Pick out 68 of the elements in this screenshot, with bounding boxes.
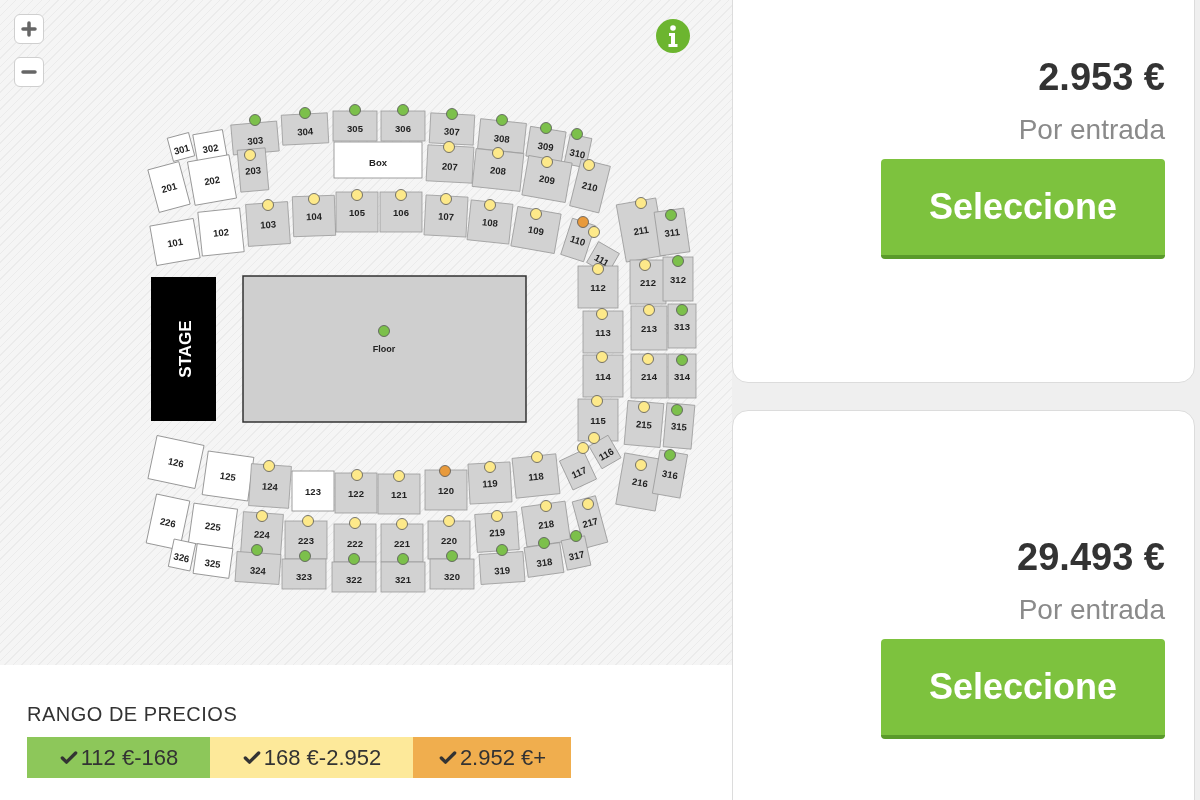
plus-icon xyxy=(21,21,37,37)
seat-section[interactable]: 207 xyxy=(425,144,475,184)
seat-section[interactable]: Box xyxy=(333,141,423,179)
seat-section[interactable]: 126 xyxy=(147,435,205,489)
seat-section[interactable]: 312 xyxy=(662,256,694,302)
seat-section[interactable]: 208 xyxy=(471,148,525,192)
seat-section[interactable]: 209 xyxy=(521,155,573,203)
seat-section[interactable]: 317 xyxy=(560,535,592,571)
seat-section[interactable]: 326 xyxy=(167,538,197,572)
seat-section[interactable]: 112 xyxy=(577,265,619,309)
floor-section[interactable]: Floor xyxy=(242,275,527,423)
seat-section[interactable]: 225 xyxy=(188,502,238,550)
seat-section[interactable]: 314 xyxy=(667,353,697,399)
seat-section[interactable]: 107 xyxy=(423,194,469,238)
seat-section[interactable]: 215 xyxy=(623,400,665,448)
price-range-chip[interactable]: 112 €-168 xyxy=(27,737,210,778)
zoom-out-button[interactable] xyxy=(14,57,44,87)
price-unit: Por entrada xyxy=(1018,113,1165,147)
seat-section[interactable]: 102 xyxy=(197,207,245,257)
seat-section[interactable]: 320 xyxy=(429,558,475,590)
seat-section[interactable]: 121 xyxy=(377,473,421,515)
seat-section[interactable]: 324 xyxy=(234,551,282,585)
seat-section[interactable]: 311 xyxy=(653,207,691,257)
seat-section[interactable]: 203 xyxy=(236,147,270,193)
seat-section[interactable]: 319 xyxy=(478,551,526,585)
seat-section[interactable]: 118 xyxy=(511,453,561,499)
seat-section[interactable]: 125 xyxy=(201,450,255,502)
seat-section[interactable]: 306 xyxy=(380,110,426,142)
seat-section[interactable]: 315 xyxy=(662,402,696,450)
minus-icon xyxy=(21,69,37,75)
seat-section[interactable]: 316 xyxy=(652,449,688,499)
seat-section[interactable]: 117 xyxy=(559,449,597,491)
seat-section[interactable]: 104 xyxy=(291,194,337,238)
price-range-chip[interactable]: 168 €-2.952 xyxy=(210,737,413,778)
seat-section[interactable]: 223 xyxy=(284,520,328,560)
seat-section[interactable]: 109 xyxy=(510,206,562,254)
price-unit: Por entrada xyxy=(1018,593,1165,627)
offer-price: 29.493 € xyxy=(1017,535,1165,579)
price-range-chip[interactable]: 2.952 €+ xyxy=(413,737,571,778)
seat-section[interactable]: 321 xyxy=(380,561,426,593)
seat-section[interactable]: 322 xyxy=(331,561,377,593)
seat-section[interactable]: 214 xyxy=(630,353,668,399)
seat-section[interactable]: 221 xyxy=(380,523,424,563)
seat-section[interactable]: 106 xyxy=(379,191,423,233)
offer-price: 2.953 € xyxy=(1038,55,1165,99)
seat-section[interactable]: 304 xyxy=(280,112,330,146)
seat-section[interactable]: 122 xyxy=(334,472,378,514)
seat-section[interactable]: 108 xyxy=(466,199,514,245)
seat-section[interactable]: 323 xyxy=(281,558,327,590)
seat-section[interactable]: 103 xyxy=(245,201,291,247)
seat-section[interactable]: 301 xyxy=(166,132,196,162)
seat-section[interactable]: 313 xyxy=(667,303,697,349)
seat-section[interactable]: 105 xyxy=(335,191,379,233)
seat-section[interactable]: 318 xyxy=(523,542,565,578)
seat-section[interactable]: 305 xyxy=(332,110,378,142)
seat-section[interactable]: 213 xyxy=(630,305,668,351)
seat-section[interactable]: 307 xyxy=(428,112,476,146)
legend-title: RANGO DE PRECIOS xyxy=(27,702,239,727)
seat-section[interactable]: 101 xyxy=(149,218,201,266)
stage: STAGE xyxy=(151,277,216,421)
seat-section[interactable]: 120 xyxy=(424,469,468,511)
seat-section[interactable]: 113 xyxy=(582,310,624,354)
zoom-in-button[interactable] xyxy=(14,14,44,44)
seat-section[interactable]: 114 xyxy=(582,354,624,398)
seat-section[interactable]: 325 xyxy=(192,543,234,579)
seat-section[interactable]: 220 xyxy=(427,520,471,560)
seat-section[interactable]: 123 xyxy=(291,470,335,512)
seat-section[interactable]: 222 xyxy=(333,523,377,563)
